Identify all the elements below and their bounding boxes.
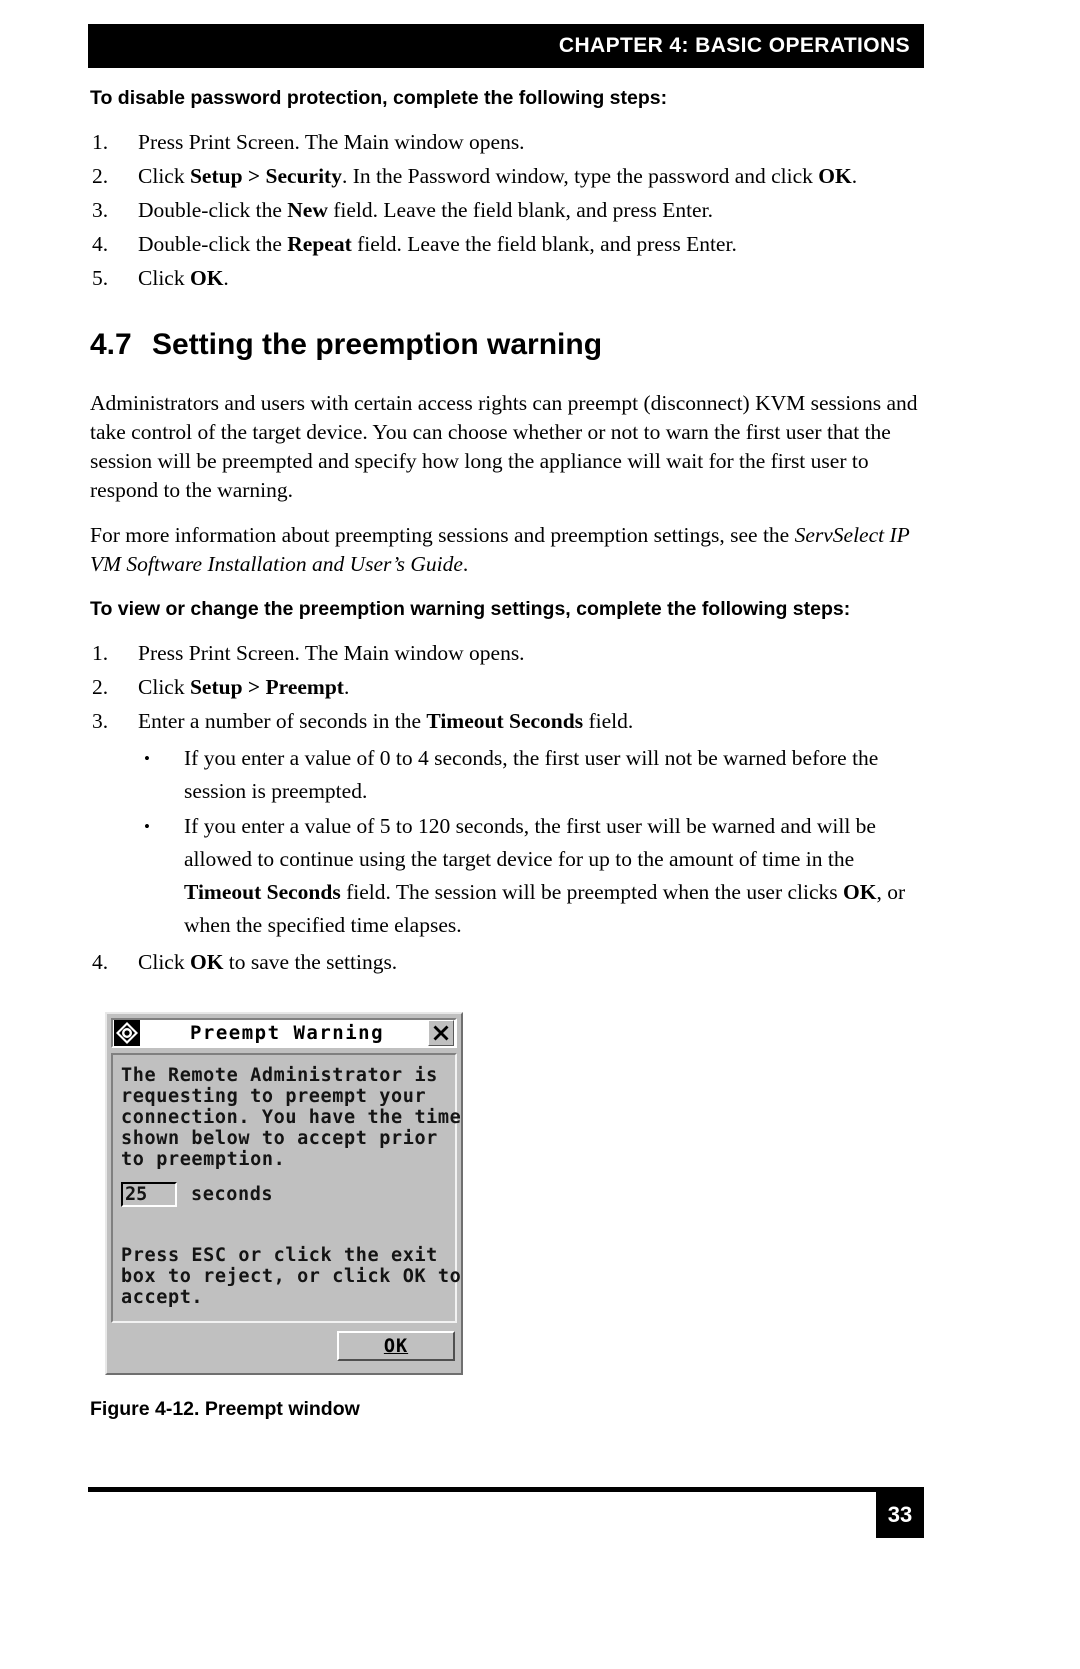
dialog-message: The Remote Administrator is requesting t… — [121, 1065, 462, 1170]
paragraph-text: For more information about preempting se… — [90, 523, 795, 547]
preempt-warning-dialog: Preempt Warning The Remote Administrator… — [105, 1012, 463, 1375]
step-emphasis: Setup > Preempt — [189, 675, 344, 699]
footer-divider — [88, 1487, 924, 1492]
running-header: CHAPTER 4: BASIC OPERATIONS — [88, 24, 924, 68]
step-text: field. — [583, 709, 634, 733]
chapter-title: CHAPTER 4: BASIC OPERATIONS — [558, 34, 910, 57]
dialog-body: The Remote Administrator is requesting t… — [111, 1053, 462, 1323]
procedure-heading: To view or change the preemption warning… — [90, 598, 851, 620]
section-paragraph-2: For more information about preempting se… — [90, 521, 926, 579]
bullet-icon: • — [144, 817, 150, 836]
section-heading-4-7: 4.7 Setting the preemption warning — [90, 327, 926, 363]
preempt-steps-list: 1. Press Print Screen. The Main window op… — [90, 637, 926, 979]
list-item: • If you enter a value of 0 to 4 seconds,… — [138, 742, 926, 808]
step-text: Double-click the — [138, 232, 288, 256]
section-number: 4.7 — [90, 328, 132, 361]
list-item: • If you enter a value of 5 to 120 second… — [138, 810, 926, 942]
step-emphasis: New — [287, 198, 328, 222]
step-marker: 1. — [92, 130, 109, 154]
figure-caption: Figure 4-12. Preempt window — [90, 1398, 360, 1420]
step-emphasis: OK — [818, 164, 852, 188]
step-marker: 2. — [92, 164, 109, 188]
list-item: 4. Double-click the Repeat field. Leave t… — [90, 228, 926, 261]
list-item: 2. Click Setup > Preempt. — [90, 671, 926, 704]
dialog-footer: OK — [111, 1323, 457, 1369]
step-text: to save the settings. — [223, 950, 398, 974]
step-text: Click — [138, 266, 190, 290]
close-x-icon[interactable] — [428, 1020, 454, 1046]
step-marker: 4. — [92, 950, 109, 974]
list-item: 2. Click Setup > Security. In the Passwor… — [90, 160, 926, 193]
bullet-emphasis: OK — [843, 880, 877, 904]
ok-button[interactable]: OK — [337, 1331, 455, 1361]
diamond-logo-icon[interactable] — [114, 1020, 140, 1046]
page-content: To disable password protection, complete… — [90, 84, 926, 980]
step-emphasis: Repeat — [287, 232, 352, 256]
step-text: field. Leave the field blank, and press … — [351, 232, 737, 256]
page-number-badge: 33 — [876, 1492, 924, 1538]
step-marker: 3. — [92, 709, 109, 733]
bullet-emphasis: Timeout Seconds — [184, 880, 341, 904]
bullet-text: field. The session will be preempted whe… — [340, 880, 844, 904]
dialog-title: Preempt Warning — [189, 1022, 385, 1044]
bullet-icon: • — [144, 749, 150, 768]
step-emphasis: Setup > Security — [189, 164, 342, 188]
step-text: Click — [138, 675, 190, 699]
timeout-seconds-input[interactable]: 25 — [121, 1182, 177, 1207]
figure-preempt-window: Preempt Warning The Remote Administrator… — [105, 1012, 463, 1375]
step-marker: 5. — [92, 266, 109, 290]
step-text: Double-click the — [138, 198, 288, 222]
step-text: field. Leave the field blank, and press … — [327, 198, 713, 222]
timeout-unit-label: seconds — [191, 1184, 274, 1205]
dialog-titlebar[interactable]: Preempt Warning — [111, 1018, 457, 1048]
ok-button-label: OK — [383, 1335, 409, 1357]
list-item: 1. Press Print Screen. The Main window op… — [90, 637, 926, 670]
sub-bullet-list: • If you enter a value of 0 to 4 seconds,… — [138, 742, 926, 942]
step-text: . — [223, 266, 229, 290]
step-text: Click — [138, 950, 190, 974]
password-section-heading: To disable password protection, complete… — [90, 87, 668, 109]
step-marker: 4. — [92, 232, 109, 256]
list-item: 5. Click OK. — [90, 262, 926, 295]
section-paragraph-1: Administrators and users with certain ac… — [90, 391, 918, 502]
password-steps-list: 1. Press Print Screen. The Main window op… — [90, 126, 926, 295]
paragraph-text: . — [462, 552, 469, 576]
step-marker: 2. — [92, 675, 109, 699]
list-item: 3. Enter a number of seconds in the Timeo… — [90, 705, 926, 942]
step-text: . — [851, 164, 858, 188]
step-text: . In the Password window, type the passw… — [341, 164, 819, 188]
list-item: 1. Press Print Screen. The Main window op… — [90, 126, 926, 159]
document-page: CHAPTER 4: BASIC OPERATIONS To disable p… — [0, 0, 1080, 1669]
step-emphasis: Timeout Seconds — [426, 709, 584, 733]
step-emphasis: OK — [189, 950, 224, 974]
page-number: 33 — [887, 1502, 913, 1527]
section-title: Setting the preemption warning — [152, 328, 603, 361]
list-item: 3. Double-click the New field. Leave the … — [90, 194, 926, 227]
step-text: Press Print Screen. The Main window open… — [138, 130, 525, 154]
step-text: Enter a number of seconds in the — [138, 709, 427, 733]
step-marker: 1. — [92, 641, 109, 665]
bullet-text: If you enter a value of 0 to 4 seconds, … — [184, 746, 879, 803]
step-text: Press Print Screen. The Main window open… — [138, 641, 525, 665]
list-item: 4. Click OK to save the settings. — [90, 946, 926, 979]
step-text: Click — [138, 164, 190, 188]
bullet-text: If you enter a value of 5 to 120 seconds… — [184, 814, 876, 871]
step-marker: 3. — [92, 198, 109, 222]
step-text: . — [343, 675, 350, 699]
step-emphasis: OK — [189, 266, 224, 290]
dialog-instructions: Press ESC or click the exit box to rejec… — [121, 1245, 462, 1308]
timeout-row: 25 seconds — [121, 1182, 449, 1207]
